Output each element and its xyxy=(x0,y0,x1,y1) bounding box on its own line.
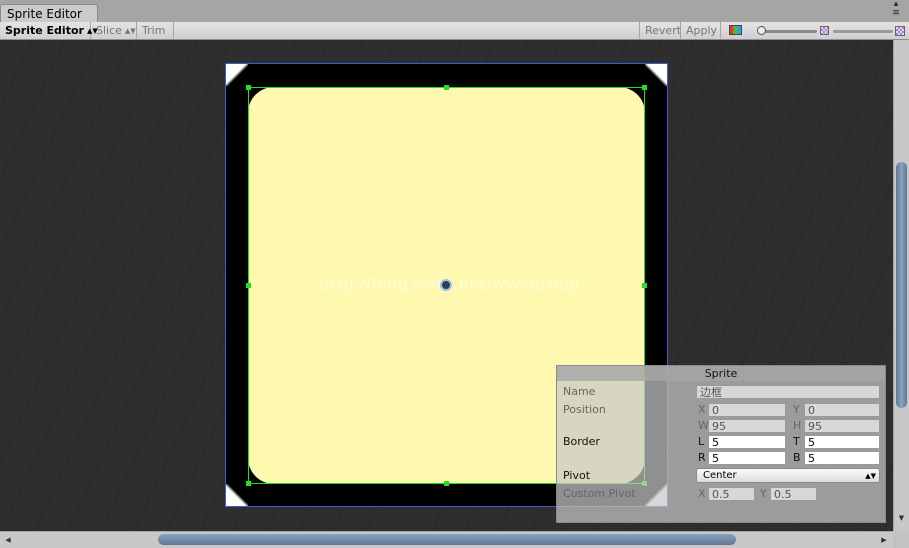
texture-corner xyxy=(226,64,248,86)
mip-slider-track[interactable] xyxy=(833,30,893,33)
pivot-value: Center xyxy=(703,470,737,481)
select-arrows-icon: ▲▼ xyxy=(124,27,136,35)
revert-button[interactable]: Revert xyxy=(639,22,681,39)
apply-button[interactable]: Apply xyxy=(681,22,721,39)
horizontal-scrollbar[interactable]: ◀ ▶ xyxy=(0,531,893,548)
border-handle[interactable] xyxy=(642,283,647,288)
pivot-handle[interactable] xyxy=(440,279,452,291)
horizontal-scroll-thumb[interactable] xyxy=(158,534,736,545)
custom-pivot-y-label: Y xyxy=(760,487,767,500)
mode-select-label: Sprite Editor xyxy=(5,24,84,37)
window-tab-strip: Sprite Editor ▴ ≡ xyxy=(0,0,909,22)
width-field[interactable]: 95 xyxy=(708,419,786,433)
window-menu-icon[interactable]: ▴ ≡ xyxy=(889,0,903,20)
border-handle[interactable] xyxy=(246,283,251,288)
zoom-slider-track[interactable] xyxy=(760,30,817,33)
pos-y-label: Y xyxy=(793,403,800,416)
pivot-label: Pivot xyxy=(563,469,591,482)
custom-pivot-y-field[interactable]: 0.5 xyxy=(770,487,817,501)
slice-dropdown[interactable]: Slice ▲▼ xyxy=(91,22,137,39)
border-l-field[interactable]: 5 xyxy=(708,435,786,449)
border-handle[interactable] xyxy=(444,481,449,486)
pivot-dropdown[interactable]: Center ▲▼ xyxy=(696,468,880,483)
alpha-checker-icon xyxy=(820,26,829,35)
height-label: H xyxy=(793,419,802,432)
height-field[interactable]: 95 xyxy=(804,419,880,433)
scroll-left-icon[interactable]: ◀ xyxy=(2,532,14,548)
border-t-label: T xyxy=(793,435,800,448)
border-handle[interactable] xyxy=(246,85,251,90)
vertical-scrollbar[interactable]: ▲ ▼ xyxy=(893,40,909,531)
select-arrows-icon: ▲▼ xyxy=(865,472,876,480)
mipmap-icon xyxy=(895,26,905,36)
position-label: Position xyxy=(563,403,606,416)
pos-x-label: X xyxy=(698,403,706,416)
texture-corner xyxy=(645,64,667,86)
border-handle[interactable] xyxy=(246,481,251,486)
vertical-scroll-thumb[interactable] xyxy=(896,162,907,408)
sprite-panel: Sprite Name 边框 Position X 0 Y 0 W 95 H 9… xyxy=(556,365,886,523)
sprite-panel-title: Sprite xyxy=(557,366,885,381)
name-label: Name xyxy=(563,385,596,398)
sprite-editor-tab[interactable]: Sprite Editor xyxy=(0,4,98,22)
pos-y-field[interactable]: 0 xyxy=(804,403,880,417)
custom-pivot-x-label: X xyxy=(698,487,706,500)
pos-x-field[interactable]: 0 xyxy=(708,403,786,417)
scroll-right-icon[interactable]: ▶ xyxy=(878,532,890,548)
mode-select[interactable]: Sprite Editor ▲▼ xyxy=(0,22,98,39)
border-b-field[interactable]: 5 xyxy=(804,451,880,465)
border-b-label: B xyxy=(793,451,801,464)
zoom-slider-knob[interactable] xyxy=(757,26,766,35)
custom-pivot-x-field[interactable]: 0.5 xyxy=(708,487,755,501)
border-t-field[interactable]: 5 xyxy=(804,435,880,449)
texture-corner xyxy=(226,484,248,506)
name-field[interactable]: 边框 xyxy=(696,385,880,399)
border-r-label: R xyxy=(698,451,706,464)
border-label: Border xyxy=(563,435,600,448)
trim-button[interactable]: Trim xyxy=(137,22,174,39)
scroll-down-icon[interactable]: ▼ xyxy=(894,512,909,524)
border-handle[interactable] xyxy=(642,85,647,90)
rgb-channels-icon[interactable] xyxy=(729,25,742,35)
slice-label: Slice xyxy=(96,24,122,37)
custom-pivot-label: Custom Pivot xyxy=(563,487,636,500)
border-handle[interactable] xyxy=(444,85,449,90)
toolbar: Sprite Editor ▲▼ Slice ▲▼ Trim Revert Appl… xyxy=(0,22,909,40)
border-l-label: L xyxy=(698,435,705,448)
border-r-field[interactable]: 5 xyxy=(708,451,786,465)
